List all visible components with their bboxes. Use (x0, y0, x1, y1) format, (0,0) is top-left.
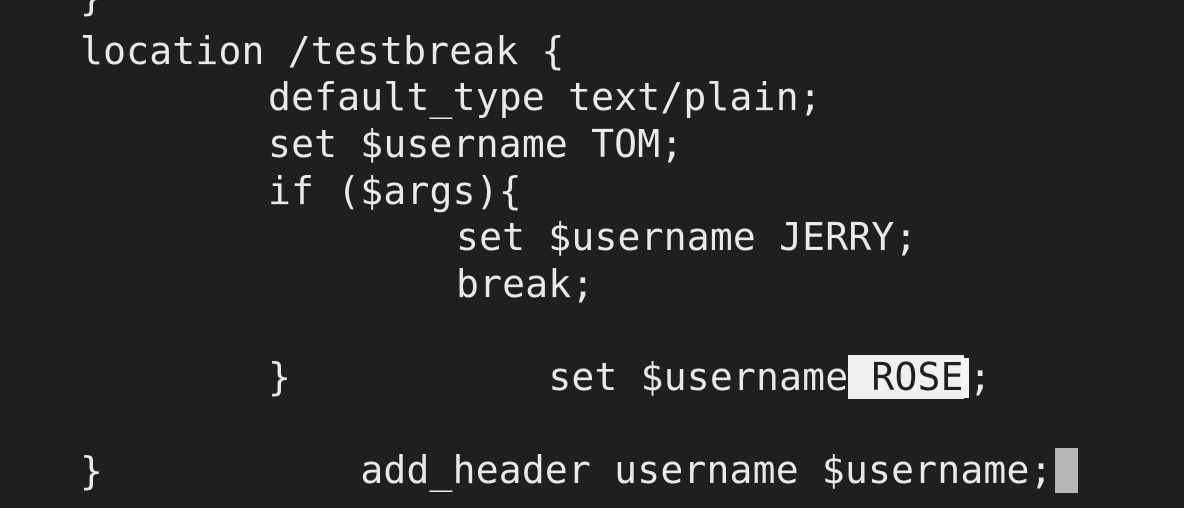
code-line-4: set $username TOM; (268, 122, 684, 166)
code-line-8-suffix: ; (968, 355, 992, 399)
code-line-5: if ($args){ (268, 169, 522, 213)
block-cursor (1054, 448, 1078, 493)
code-line-10-text: add_header username $username; (360, 448, 1053, 492)
code-line-11: } (80, 449, 104, 493)
code-line-8-prefix: set $username (548, 355, 849, 399)
code-line-1: } (80, 0, 103, 20)
code-line-6: set $username JERRY; (456, 215, 918, 259)
terminal-window[interactable]: } location /testbreak { default_type tex… (0, 0, 1184, 508)
code-line-7: break; (456, 262, 595, 306)
code-line-8: set $username ROSE; (456, 308, 992, 399)
selected-text[interactable]: ROSE (848, 355, 964, 399)
text-cursor (960, 358, 969, 398)
code-line-9: } (268, 355, 292, 399)
code-line-10: add_header username $username; (268, 401, 1078, 493)
code-line-3: default_type text/plain; (268, 75, 822, 119)
code-line-2: location /testbreak { (80, 29, 565, 73)
